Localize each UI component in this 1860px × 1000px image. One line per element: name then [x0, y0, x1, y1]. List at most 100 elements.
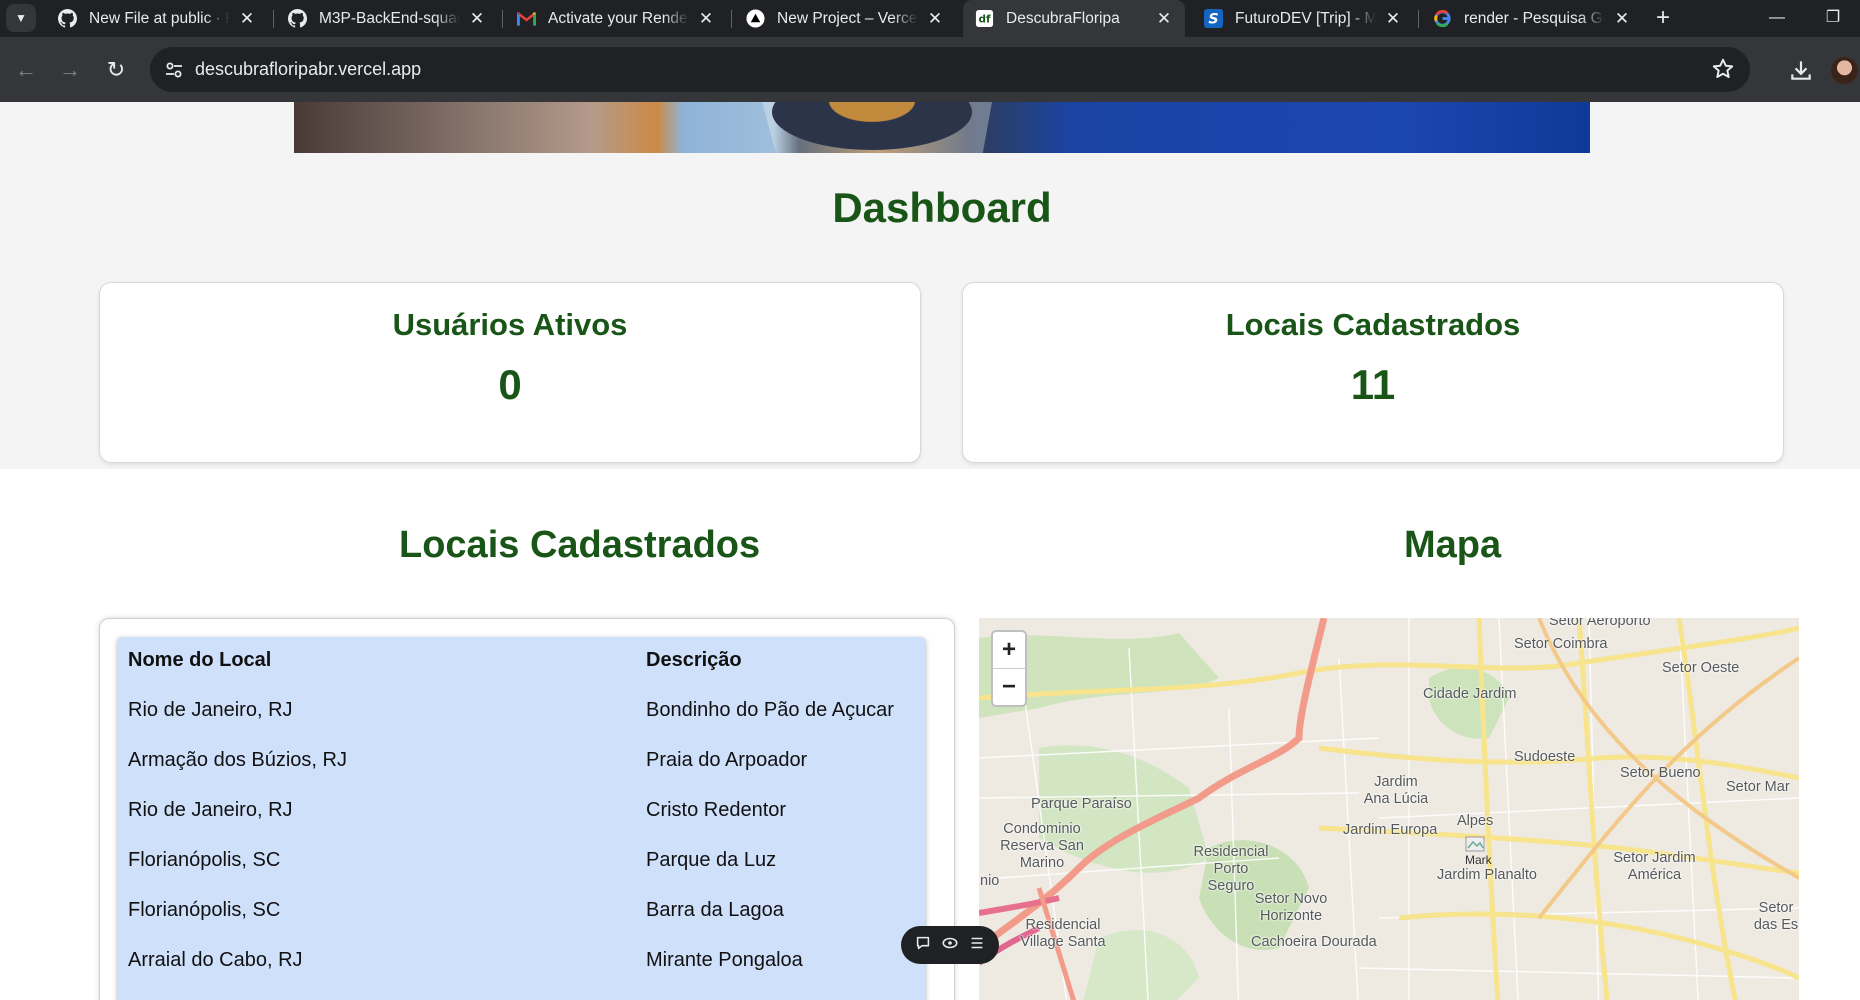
cell-nome: Armação dos Búzios, RJ: [128, 749, 347, 771]
card-value: 0: [498, 361, 522, 408]
page-title: Dashboard: [832, 184, 1052, 231]
close-tab-icon[interactable]: ✕: [926, 9, 944, 28]
gmail-icon: [517, 9, 536, 28]
zoom-in-button[interactable]: +: [993, 632, 1025, 668]
column-header-nome: Nome do Local: [128, 649, 272, 671]
hero-banner-image: [294, 102, 1590, 153]
floating-toolbar: [901, 926, 999, 964]
restore-icon[interactable]: ❐: [1818, 4, 1848, 32]
card-locais-cadastrados: Locais Cadastrados 11: [962, 282, 1784, 463]
tab-vercel[interactable]: New Project – Vercel ✕: [734, 0, 956, 37]
cell-nome: Florianópolis, SC: [128, 849, 281, 871]
map-label: Residencial Porto Seguro: [1193, 844, 1269, 894]
map-label: Setor Bueno: [1620, 765, 1701, 781]
tab-descubrafloripa[interactable]: df DescubraFloripa ✕: [963, 0, 1185, 37]
close-tab-icon[interactable]: ✕: [468, 9, 486, 28]
tab-github-new-file[interactable]: New File at public · FuturoDEV ✕: [46, 0, 268, 37]
map-label: Residencial Village Santa: [1020, 917, 1106, 950]
map-label: Jardim Planalto: [1437, 867, 1537, 883]
map-label: Setor Aeroporto: [1549, 618, 1651, 629]
lower-section: Locais Cadastrados Mapa Nome do Local De…: [0, 469, 1860, 1000]
tab-gmail[interactable]: Activate your Render account ✕: [505, 0, 727, 37]
tab-title: New Project – Vercel: [777, 9, 918, 27]
map-label: Setor Coimbra: [1514, 636, 1608, 652]
table-row[interactable]: Armação dos Búzios, RJ Praia do Arpoador: [118, 737, 925, 787]
eye-icon[interactable]: [941, 934, 959, 957]
locais-table-card: Nome do Local Descrição Rio de Janeiro, …: [99, 618, 955, 1000]
close-tab-icon[interactable]: ✕: [1613, 9, 1631, 28]
card-label: Locais Cadastrados: [1225, 307, 1521, 342]
map-label: nio: [980, 873, 1000, 889]
tab-title: DescubraFloripa: [1006, 9, 1120, 27]
mapa-title: Mapa: [1404, 524, 1502, 566]
locais-title: Locais Cadastrados: [399, 524, 761, 566]
download-icon[interactable]: [1788, 57, 1814, 83]
cell-descricao: Cristo Redentor: [646, 799, 787, 821]
cell-descricao: Parque da Luz: [646, 849, 777, 871]
comment-icon[interactable]: [914, 934, 932, 957]
cell-descricao: Barra da Lagoa: [646, 899, 784, 921]
tab-title: render - Pesquisa Google: [1464, 9, 1605, 27]
map-label: Setor Mar: [1726, 779, 1790, 795]
map-view[interactable]: Setor Aeroporto Setor Coimbra Setor Oest…: [979, 618, 1799, 1000]
tab-title: M3P-BackEnd-squad: [319, 9, 460, 27]
table-header-row: Nome do Local Descrição: [118, 637, 925, 687]
github-icon: [288, 9, 307, 28]
profile-avatar[interactable]: [1831, 57, 1858, 84]
close-tab-icon[interactable]: ✕: [697, 9, 715, 28]
map-label: Setor Novo Horizonte: [1254, 891, 1328, 924]
tab-futurodev[interactable]: S FuturoDEV [Trip] - M ✕: [1192, 0, 1414, 37]
tab-separator: [273, 10, 274, 28]
column-header-descricao: Descrição: [646, 649, 742, 671]
zoom-out-button[interactable]: −: [993, 669, 1025, 705]
close-tab-icon[interactable]: ✕: [1384, 9, 1402, 28]
map-label: Cidade Jardim: [1423, 686, 1517, 702]
map-label: Sudoeste: [1514, 749, 1576, 765]
forward-arrow-icon[interactable]: →: [54, 54, 86, 86]
tab-separator: [731, 10, 732, 28]
table-row[interactable]: Rio de Janeiro, RJ Cristo Redentor: [118, 787, 925, 837]
tab-separator: [1418, 10, 1419, 28]
back-arrow-icon[interactable]: ←: [10, 54, 42, 86]
table-row[interactable]: Arraial do Cabo, RJ Mirante Pongaloa: [118, 937, 925, 987]
map-label: Setor Jardim América: [1613, 850, 1696, 883]
map-label: Cachoeira Dourada: [1251, 934, 1377, 950]
page-content: Dashboard Usuários Ativos 0 Locais Cadas…: [0, 102, 1860, 1000]
map-label: Setor das Es: [1753, 900, 1799, 933]
cell-nome: Arraial do Cabo, RJ: [128, 949, 303, 971]
card-value: 11: [1350, 361, 1396, 408]
table-row[interactable]: Rio de Janeiro, RJ Bondinho do Pão de Aç…: [118, 687, 925, 737]
svg-text:df: df: [978, 13, 990, 25]
close-tab-icon[interactable]: ✕: [1155, 9, 1173, 28]
broken-image-icon: [1465, 836, 1485, 852]
menu-list-icon[interactable]: [968, 934, 986, 957]
cell-nome: Florianópolis, SC: [128, 899, 281, 921]
tab-google-search[interactable]: render - Pesquisa Google ✕: [1421, 0, 1643, 37]
cell-descricao: Mirante Pongaloa: [646, 949, 803, 971]
bookmark-star-icon[interactable]: [1710, 56, 1736, 82]
browser-toolbar: ← → ↻ descubrafloripabr.vercel.app: [0, 37, 1860, 102]
map-label: Parque Paraíso: [1031, 796, 1132, 812]
reload-icon[interactable]: ↻: [100, 54, 132, 86]
new-tab-plus-icon[interactable]: +: [1648, 4, 1678, 34]
map-marker[interactable]: Mark: [1465, 836, 1495, 868]
card-usuarios-ativos: Usuários Ativos 0: [99, 282, 921, 463]
cell-nome: Rio de Janeiro, RJ: [128, 799, 293, 821]
minimize-icon[interactable]: —: [1762, 4, 1792, 32]
site-settings-icon[interactable]: [162, 58, 186, 82]
tab-search-chevron-icon[interactable]: ▼: [6, 4, 36, 32]
table-row[interactable]: Florianópolis, SC Parque da Luz: [118, 837, 925, 887]
tab-separator: [502, 10, 503, 28]
tab-title: FuturoDEV [Trip] - M: [1235, 9, 1376, 27]
tab-github-repo[interactable]: M3P-BackEnd-squad ✕: [276, 0, 498, 37]
github-icon: [58, 9, 77, 28]
map-label: Condominio Reserva San Marino: [1000, 821, 1084, 871]
table-row[interactable]: Florianópolis, SC Barra da Lagoa: [118, 887, 925, 937]
tab-title: Activate your Render account: [548, 9, 689, 27]
svg-text:S: S: [1208, 11, 1218, 27]
address-bar[interactable]: descubrafloripabr.vercel.app: [150, 47, 1750, 92]
card-label: Usuários Ativos: [392, 307, 628, 342]
google-icon: [1433, 9, 1452, 28]
cell-descricao: Bondinho do Pão de Açucar: [646, 699, 894, 721]
close-tab-icon[interactable]: ✕: [238, 9, 256, 28]
